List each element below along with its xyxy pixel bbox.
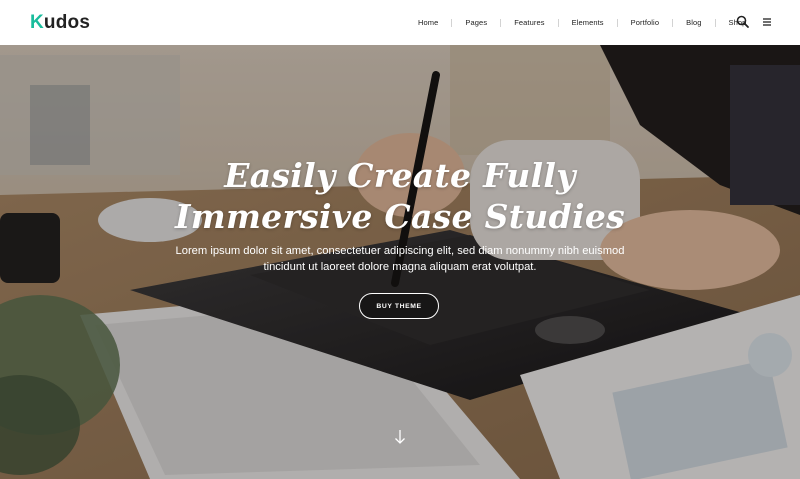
nav-item-home[interactable]: Home <box>405 0 451 45</box>
nav-item-elements[interactable]: Elements <box>559 0 617 45</box>
nav-item-pages[interactable]: Pages <box>452 0 500 45</box>
hero-subtitle-line-1: Lorem ipsum dolor sit amet, consectetuer… <box>175 245 625 257</box>
arrow-down-icon[interactable] <box>394 429 406 445</box>
hero-title-line-2: Immersive Case Studies <box>175 197 625 236</box>
logo-text: udos <box>43 12 91 33</box>
search-icon[interactable] <box>735 14 751 30</box>
hero-title-line-1: Easily Create Fully <box>224 156 576 195</box>
buy-theme-button[interactable]: BUY THEME <box>359 293 439 319</box>
hero-subtitle-line-2: tincidunt ut laoreet dolore magna aliqua… <box>263 261 537 273</box>
hero-subtitle: Lorem ipsum dolor sit amet, consectetuer… <box>150 243 650 275</box>
nav-item-blog[interactable]: Blog <box>673 0 714 45</box>
logo[interactable]: Kudos <box>30 12 90 34</box>
hero-section: Easily Create Fully Immersive Case Studi… <box>0 45 800 479</box>
hamburger-menu-icon[interactable] <box>759 14 775 30</box>
logo-initial: K <box>30 12 44 33</box>
main-nav: Home Pages Features Elements Portfolio B… <box>405 0 759 45</box>
site-header: Kudos Home Pages Features Elements Portf… <box>0 0 800 45</box>
nav-item-features[interactable]: Features <box>501 0 557 45</box>
hero-title: Easily Create Fully Immersive Case Studi… <box>0 155 800 237</box>
nav-item-portfolio[interactable]: Portfolio <box>618 0 672 45</box>
